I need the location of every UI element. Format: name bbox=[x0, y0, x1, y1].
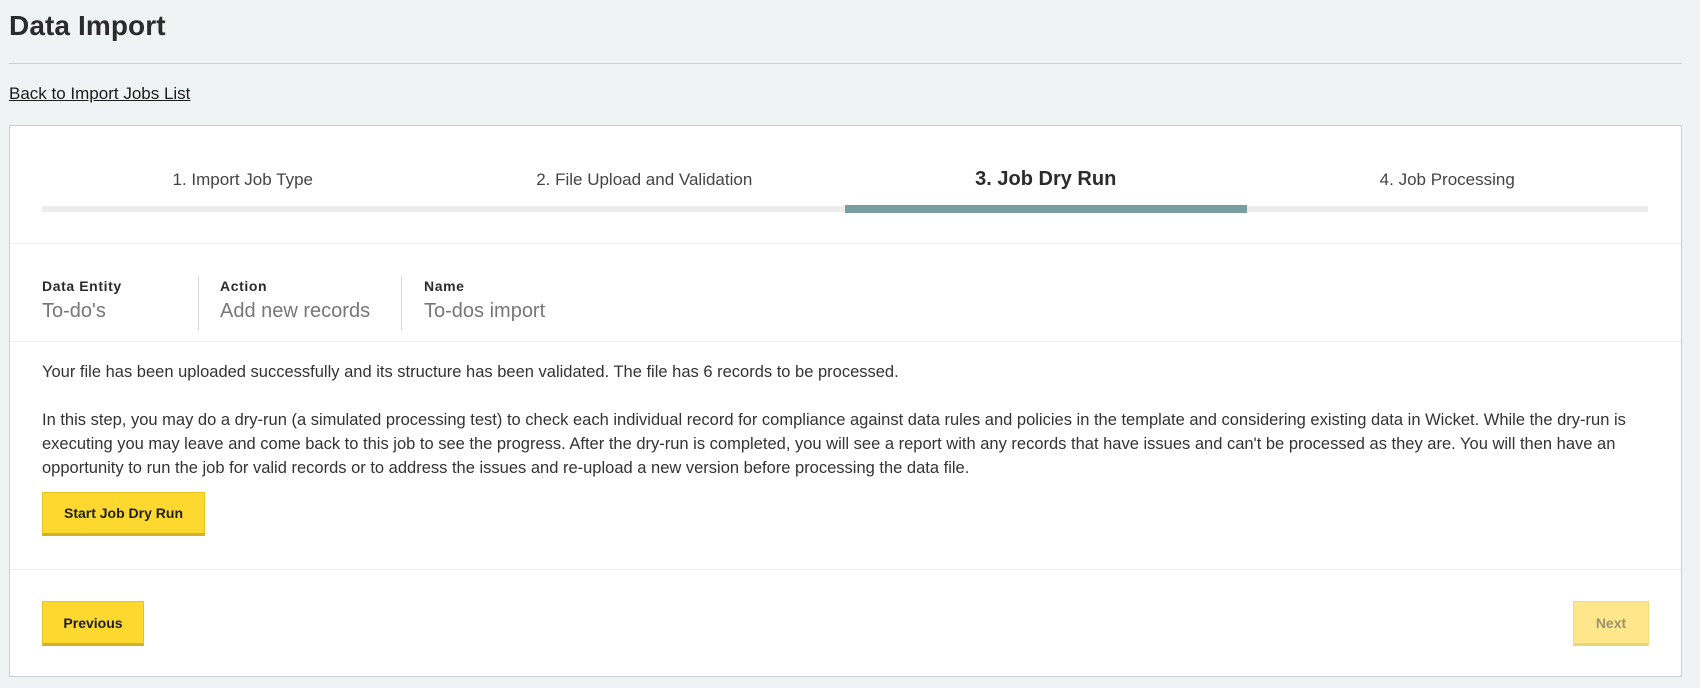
back-to-import-jobs-link[interactable]: Back to Import Jobs List bbox=[9, 84, 190, 104]
action-value: Add new records bbox=[220, 300, 371, 322]
next-button[interactable]: Next bbox=[1573, 601, 1649, 646]
step-file-upload-validation[interactable]: 2. File Upload and Validation bbox=[443, 126, 845, 214]
previous-button[interactable]: Previous bbox=[42, 601, 144, 646]
import-wizard-card: 1. Import Job Type 2. File Upload and Va… bbox=[9, 125, 1682, 677]
step-job-dry-run[interactable]: 3. Job Dry Run bbox=[845, 126, 1247, 214]
wizard-stepper: 1. Import Job Type 2. File Upload and Va… bbox=[42, 126, 1648, 214]
meta-separator bbox=[401, 276, 402, 330]
step-label: 2. File Upload and Validation bbox=[536, 170, 753, 189]
page-title: Data Import bbox=[9, 10, 166, 41]
section-divider bbox=[10, 569, 1681, 570]
step-label: 1. Import Job Type bbox=[172, 170, 313, 189]
meta-separator bbox=[198, 276, 199, 330]
data-entity-value: To-do's bbox=[42, 300, 106, 322]
section-divider bbox=[10, 341, 1681, 342]
step-job-processing[interactable]: 4. Job Processing bbox=[1246, 126, 1648, 214]
title-divider bbox=[9, 63, 1682, 64]
upload-success-message: Your file has been uploaded successfully… bbox=[42, 363, 899, 381]
step-progress-bar bbox=[42, 206, 444, 212]
step-import-job-type[interactable]: 1. Import Job Type bbox=[42, 126, 444, 214]
data-entity-label: Data Entity bbox=[42, 278, 122, 294]
step-progress-bar bbox=[1246, 206, 1648, 212]
job-action: Action Add new records bbox=[220, 278, 370, 334]
job-data-entity: Data Entity To-do's bbox=[42, 278, 122, 334]
step-label: 3. Job Dry Run bbox=[975, 168, 1117, 190]
start-job-dry-run-button[interactable]: Start Job Dry Run bbox=[42, 492, 205, 536]
job-name: Name To-dos import bbox=[424, 278, 545, 334]
action-label: Action bbox=[220, 278, 268, 294]
name-value: To-dos import bbox=[424, 300, 546, 322]
step-progress-bar bbox=[443, 206, 845, 212]
section-divider bbox=[10, 243, 1681, 244]
dry-run-description: In this step, you may do a dry-run (a si… bbox=[42, 411, 1626, 477]
step-label: 4. Job Processing bbox=[1379, 170, 1515, 189]
step-progress-bar-active bbox=[845, 205, 1247, 213]
name-label: Name bbox=[424, 278, 465, 294]
